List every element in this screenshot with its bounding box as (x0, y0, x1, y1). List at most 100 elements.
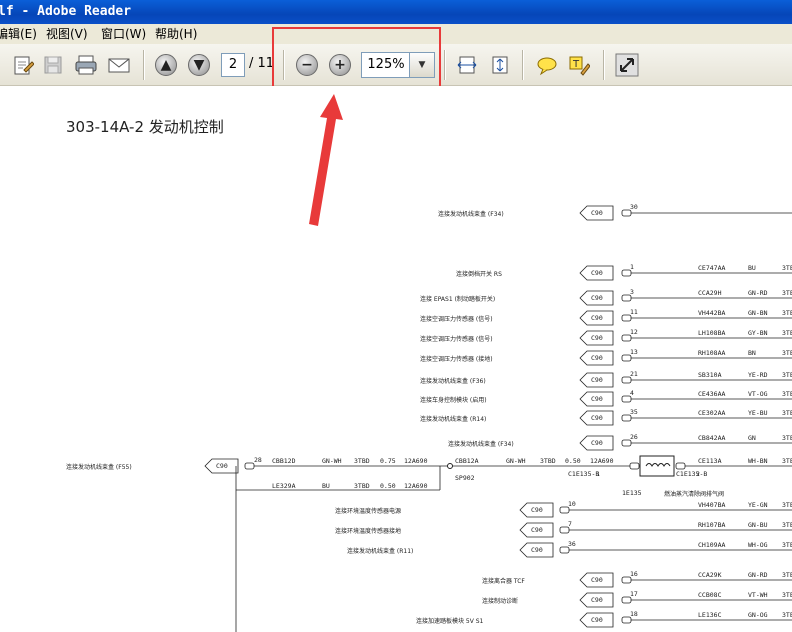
connector-label: 连接发动机线束盒 (R14) (420, 416, 487, 423)
pin-number: 17 (630, 590, 638, 598)
wire-color: YE-RD (748, 371, 768, 379)
circuit-id: CE302AA (698, 409, 726, 417)
toolbar-separator (522, 50, 524, 80)
highlight-text-button[interactable]: T (566, 52, 592, 78)
circuit-id: CBB12D (272, 457, 296, 465)
pin-number: 21 (630, 370, 638, 378)
pin-number: 30 (630, 203, 638, 211)
toolbar-separator (603, 50, 605, 80)
wire-size: 3TE (782, 264, 792, 272)
connector-label: 连接发动机线束盒 (F55) (66, 464, 132, 471)
circuit-id: CE113A (698, 457, 722, 465)
pin-number: 2 (696, 470, 700, 478)
component-label: 燃油蒸汽清除阀排气阀 (664, 491, 725, 498)
pin-number: 4 (630, 389, 634, 397)
pin-id: C1E135-B (676, 470, 708, 478)
pin-number: 10 (568, 500, 576, 508)
wire-size: 3TBD (540, 457, 556, 465)
connector-label: 连接发动机线束盒 (F34) (448, 441, 514, 448)
pin-terminal (675, 462, 686, 470)
pin-number: 11 (630, 308, 638, 316)
wire-size: 3TE (782, 349, 792, 357)
wire-size: 3TE (782, 571, 792, 579)
wire-color: GN-RD (748, 289, 768, 297)
wire-size: 3TE (782, 409, 792, 417)
wire-color: YE-BU (748, 409, 768, 417)
fit-page-icon (492, 56, 508, 74)
wire-size: 3TE (782, 390, 792, 398)
page-total: / 11 (249, 56, 275, 71)
document-page: 303-14A-2 发动机控制 连接发动机线束盒 (F34) C90 30 连接倒档开… (0, 86, 792, 632)
connector-tag: C90 (591, 576, 603, 584)
pin-number: 13 (630, 348, 638, 356)
pin-number: 1 (630, 263, 634, 271)
fit-width-button[interactable] (454, 52, 480, 78)
circuit-id: LE136C (698, 611, 722, 619)
fit-page-button[interactable] (487, 52, 513, 78)
connector-tag: C90 (591, 439, 603, 447)
wire-color: BU (748, 264, 756, 272)
circuit-id: CBB12A (455, 457, 479, 465)
wire-color: WH-BN (748, 457, 768, 465)
pin-number: 12 (630, 328, 638, 336)
connector-label: 连接倒档开关 RS (456, 271, 502, 278)
wire-size: 3TE (782, 591, 792, 599)
menu-edit[interactable]: 编辑(E) (0, 24, 37, 44)
pin-number: 3 (630, 288, 634, 296)
menu-window[interactable]: 窗口(W) (101, 24, 146, 44)
wire-size: 3TBD (354, 457, 370, 465)
comment-icon (537, 57, 557, 76)
circuit-id: LH108BA (698, 329, 726, 337)
wire-size: 3TE (782, 434, 792, 442)
wire-color: VT-OG (748, 390, 768, 398)
wire-color: BN (748, 349, 756, 357)
wire-color: WH-OG (748, 541, 768, 549)
valve-symbol (639, 455, 675, 477)
wire-size: 3TE (782, 501, 792, 509)
splice-id: SP902 (455, 474, 475, 482)
page-number-input[interactable]: 2 (221, 53, 245, 77)
connector-tag: C90 (591, 414, 603, 422)
connector-label: 连接环境温度传感器接地 (335, 528, 402, 535)
email-icon[interactable] (106, 52, 132, 78)
connector-label: 连接 EPAS1 (制动踏板开关) (420, 296, 496, 303)
wire-color: GN (748, 434, 756, 442)
connector-tag: C90 (591, 376, 603, 384)
menu-view[interactable]: 视图(V) (46, 24, 88, 44)
pin-number: 26 (630, 433, 638, 441)
connector-tag: C90 (531, 526, 543, 534)
toolbar-separator (444, 50, 446, 80)
save-icon[interactable] (40, 52, 66, 78)
menu-help[interactable]: 帮助(H) (155, 24, 197, 44)
pin-number: 18 (630, 610, 638, 618)
svg-text:T: T (572, 59, 580, 70)
fit-width-icon (457, 56, 477, 74)
wire-color: GN-WH (322, 457, 342, 465)
circuit-id: CB842AA (698, 434, 726, 442)
comment-button[interactable] (534, 52, 560, 78)
connector-tag: C90 (591, 596, 603, 604)
connector-label: 连接发动机线束盒 (R11) (347, 548, 414, 555)
full-screen-button[interactable] (614, 52, 640, 78)
connector-label: 连接发动机线束盒 (F36) (420, 378, 486, 385)
window-title-bar: lf - Adobe Reader (0, 0, 792, 24)
connector-label: 连接制动诊断 (482, 598, 519, 605)
wire-size: 3TE (782, 371, 792, 379)
wire-size: 3TE (782, 541, 792, 549)
toolbar-separator (143, 50, 145, 80)
wire-color: GN-BN (748, 309, 768, 317)
circuit-id: CH109AA (698, 541, 726, 549)
circuit-id: RH108AA (698, 349, 726, 357)
pin-number: 36 (568, 540, 576, 548)
connector-tag: C90 (591, 209, 603, 217)
circuit-id: CCA29H (698, 289, 722, 297)
pin-number: 35 (630, 408, 638, 416)
edit-icon[interactable] (10, 52, 36, 78)
connector-label: 连接车身控制模块 (启用) (420, 397, 487, 404)
connector-label: 连接离合器 TCF (482, 578, 525, 585)
print-icon[interactable] (73, 52, 99, 78)
connector-tag: C90 (531, 506, 543, 514)
previous-page-button[interactable]: ▲ (153, 52, 179, 78)
arrow-down-icon: ▼ (188, 54, 210, 76)
next-page-button[interactable]: ▼ (186, 52, 212, 78)
